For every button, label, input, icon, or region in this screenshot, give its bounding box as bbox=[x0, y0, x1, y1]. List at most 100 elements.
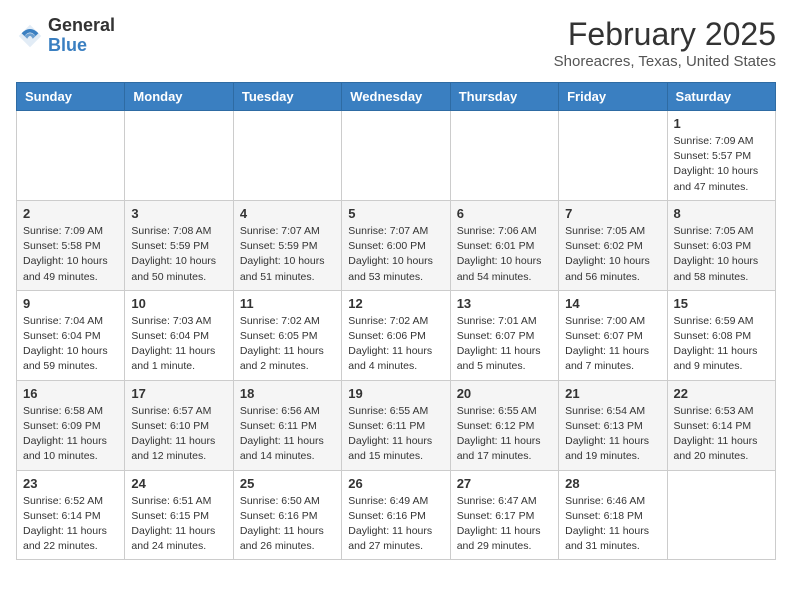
calendar-cell: 8Sunrise: 7:05 AM Sunset: 6:03 PM Daylig… bbox=[667, 200, 775, 290]
day-info: Sunrise: 7:05 AM Sunset: 6:02 PM Dayligh… bbox=[565, 224, 660, 285]
day-info: Sunrise: 6:58 AM Sunset: 6:09 PM Dayligh… bbox=[23, 404, 118, 465]
calendar-cell: 27 Sunrise: 6:47 AM Sunset: 6:17 PM Dayli… bbox=[450, 470, 558, 560]
calendar-cell: 16Sunrise: 6:58 AM Sunset: 6:09 PM Dayli… bbox=[17, 380, 125, 470]
calendar-week-row: 16Sunrise: 6:58 AM Sunset: 6:09 PM Dayli… bbox=[17, 380, 776, 470]
day-number: 21 bbox=[565, 386, 660, 401]
calendar-week-row: 1 Sunrise: 7:09 AM Sunset: 5:57 PM Daylig… bbox=[17, 111, 776, 201]
day-info: Sunrise: 6:49 AM Sunset: 6:16 PM Dayligh… bbox=[348, 494, 443, 555]
day-info: Sunrise: 6:57 AM Sunset: 6:10 PM Dayligh… bbox=[131, 404, 226, 465]
day-number: 1 bbox=[674, 116, 769, 131]
day-number: 12 bbox=[348, 296, 443, 311]
calendar-cell bbox=[450, 111, 558, 201]
weekday-header-wednesday: Wednesday bbox=[342, 83, 450, 111]
calendar-cell: 5Sunrise: 7:07 AM Sunset: 6:00 PM Daylig… bbox=[342, 200, 450, 290]
calendar-cell: 4 Sunrise: 7:07 AM Sunset: 5:59 PM Daylig… bbox=[233, 200, 341, 290]
day-info: Sunrise: 6:55 AM Sunset: 6:11 PM Dayligh… bbox=[348, 404, 443, 465]
day-number: 27 bbox=[457, 476, 552, 491]
logo-blue: Blue bbox=[48, 35, 87, 55]
calendar-cell: 14Sunrise: 7:00 AM Sunset: 6:07 PM Dayli… bbox=[559, 290, 667, 380]
day-info: Sunrise: 7:02 AM Sunset: 6:06 PM Dayligh… bbox=[348, 314, 443, 375]
calendar-cell: 12 Sunrise: 7:02 AM Sunset: 6:06 PM Dayli… bbox=[342, 290, 450, 380]
weekday-header-thursday: Thursday bbox=[450, 83, 558, 111]
day-number: 4 bbox=[240, 206, 335, 221]
calendar-table: SundayMondayTuesdayWednesdayThursdayFrid… bbox=[16, 82, 776, 560]
day-number: 6 bbox=[457, 206, 552, 221]
calendar-cell: 1 Sunrise: 7:09 AM Sunset: 5:57 PM Daylig… bbox=[667, 111, 775, 201]
day-info: Sunrise: 7:03 AM Sunset: 6:04 PM Dayligh… bbox=[131, 314, 226, 375]
location: Shoreacres, Texas, United States bbox=[554, 53, 776, 70]
day-info: Sunrise: 6:51 AM Sunset: 6:15 PM Dayligh… bbox=[131, 494, 226, 555]
calendar-cell bbox=[17, 111, 125, 201]
calendar-cell bbox=[559, 111, 667, 201]
day-number: 15 bbox=[674, 296, 769, 311]
day-number: 19 bbox=[348, 386, 443, 401]
calendar-cell: 20Sunrise: 6:55 AM Sunset: 6:12 PM Dayli… bbox=[450, 380, 558, 470]
weekday-header-saturday: Saturday bbox=[667, 83, 775, 111]
day-number: 26 bbox=[348, 476, 443, 491]
weekday-header-tuesday: Tuesday bbox=[233, 83, 341, 111]
day-number: 22 bbox=[674, 386, 769, 401]
day-number: 5 bbox=[348, 206, 443, 221]
day-number: 17 bbox=[131, 386, 226, 401]
day-number: 3 bbox=[131, 206, 226, 221]
logo: General Blue bbox=[16, 16, 115, 56]
day-info: Sunrise: 6:52 AM Sunset: 6:14 PM Dayligh… bbox=[23, 494, 118, 555]
calendar-cell: 15 Sunrise: 6:59 AM Sunset: 6:08 PM Dayli… bbox=[667, 290, 775, 380]
day-number: 24 bbox=[131, 476, 226, 491]
calendar-week-row: 9Sunrise: 7:04 AM Sunset: 6:04 PM Daylig… bbox=[17, 290, 776, 380]
day-info: Sunrise: 6:54 AM Sunset: 6:13 PM Dayligh… bbox=[565, 404, 660, 465]
calendar-cell bbox=[233, 111, 341, 201]
day-info: Sunrise: 6:50 AM Sunset: 6:16 PM Dayligh… bbox=[240, 494, 335, 555]
calendar-cell: 24 Sunrise: 6:51 AM Sunset: 6:15 PM Dayli… bbox=[125, 470, 233, 560]
calendar-cell: 9Sunrise: 7:04 AM Sunset: 6:04 PM Daylig… bbox=[17, 290, 125, 380]
day-info: Sunrise: 7:08 AM Sunset: 5:59 PM Dayligh… bbox=[131, 224, 226, 285]
calendar-week-row: 2 Sunrise: 7:09 AM Sunset: 5:58 PM Daylig… bbox=[17, 200, 776, 290]
calendar-cell: 13 Sunrise: 7:01 AM Sunset: 6:07 PM Dayli… bbox=[450, 290, 558, 380]
logo-text: General Blue bbox=[48, 16, 115, 56]
calendar-cell bbox=[342, 111, 450, 201]
day-number: 8 bbox=[674, 206, 769, 221]
weekday-header-friday: Friday bbox=[559, 83, 667, 111]
weekday-header-row: SundayMondayTuesdayWednesdayThursdayFrid… bbox=[17, 83, 776, 111]
logo-general: General bbox=[48, 15, 115, 35]
day-number: 18 bbox=[240, 386, 335, 401]
day-info: Sunrise: 6:46 AM Sunset: 6:18 PM Dayligh… bbox=[565, 494, 660, 555]
day-info: Sunrise: 7:01 AM Sunset: 6:07 PM Dayligh… bbox=[457, 314, 552, 375]
day-number: 20 bbox=[457, 386, 552, 401]
day-info: Sunrise: 7:09 AM Sunset: 5:58 PM Dayligh… bbox=[23, 224, 118, 285]
day-number: 28 bbox=[565, 476, 660, 491]
page-header: General Blue February 2025 Shoreacres, T… bbox=[16, 16, 776, 70]
day-number: 2 bbox=[23, 206, 118, 221]
day-number: 14 bbox=[565, 296, 660, 311]
day-number: 9 bbox=[23, 296, 118, 311]
logo-icon bbox=[16, 22, 44, 50]
calendar-cell: 2 Sunrise: 7:09 AM Sunset: 5:58 PM Daylig… bbox=[17, 200, 125, 290]
calendar-cell: 18 Sunrise: 6:56 AM Sunset: 6:11 PM Dayli… bbox=[233, 380, 341, 470]
calendar-cell: 23 Sunrise: 6:52 AM Sunset: 6:14 PM Dayli… bbox=[17, 470, 125, 560]
day-info: Sunrise: 7:02 AM Sunset: 6:05 PM Dayligh… bbox=[240, 314, 335, 375]
day-number: 7 bbox=[565, 206, 660, 221]
calendar-cell bbox=[125, 111, 233, 201]
weekday-header-monday: Monday bbox=[125, 83, 233, 111]
calendar-cell: 19 Sunrise: 6:55 AM Sunset: 6:11 PM Dayli… bbox=[342, 380, 450, 470]
calendar-cell: 25Sunrise: 6:50 AM Sunset: 6:16 PM Dayli… bbox=[233, 470, 341, 560]
day-info: Sunrise: 6:47 AM Sunset: 6:17 PM Dayligh… bbox=[457, 494, 552, 555]
day-number: 10 bbox=[131, 296, 226, 311]
day-number: 23 bbox=[23, 476, 118, 491]
day-info: Sunrise: 7:09 AM Sunset: 5:57 PM Dayligh… bbox=[674, 134, 769, 195]
day-number: 13 bbox=[457, 296, 552, 311]
day-info: Sunrise: 7:07 AM Sunset: 5:59 PM Dayligh… bbox=[240, 224, 335, 285]
day-info: Sunrise: 6:56 AM Sunset: 6:11 PM Dayligh… bbox=[240, 404, 335, 465]
calendar-cell: 22Sunrise: 6:53 AM Sunset: 6:14 PM Dayli… bbox=[667, 380, 775, 470]
day-info: Sunrise: 7:06 AM Sunset: 6:01 PM Dayligh… bbox=[457, 224, 552, 285]
day-info: Sunrise: 6:59 AM Sunset: 6:08 PM Dayligh… bbox=[674, 314, 769, 375]
title-block: February 2025 Shoreacres, Texas, United … bbox=[554, 16, 776, 70]
calendar-cell: 6 Sunrise: 7:06 AM Sunset: 6:01 PM Daylig… bbox=[450, 200, 558, 290]
day-number: 11 bbox=[240, 296, 335, 311]
calendar-cell: 10 Sunrise: 7:03 AM Sunset: 6:04 PM Dayli… bbox=[125, 290, 233, 380]
calendar-week-row: 23 Sunrise: 6:52 AM Sunset: 6:14 PM Dayli… bbox=[17, 470, 776, 560]
month-year: February 2025 bbox=[554, 16, 776, 53]
calendar-cell: 3 Sunrise: 7:08 AM Sunset: 5:59 PM Daylig… bbox=[125, 200, 233, 290]
calendar-cell: 21 Sunrise: 6:54 AM Sunset: 6:13 PM Dayli… bbox=[559, 380, 667, 470]
calendar-cell: 7 Sunrise: 7:05 AM Sunset: 6:02 PM Daylig… bbox=[559, 200, 667, 290]
